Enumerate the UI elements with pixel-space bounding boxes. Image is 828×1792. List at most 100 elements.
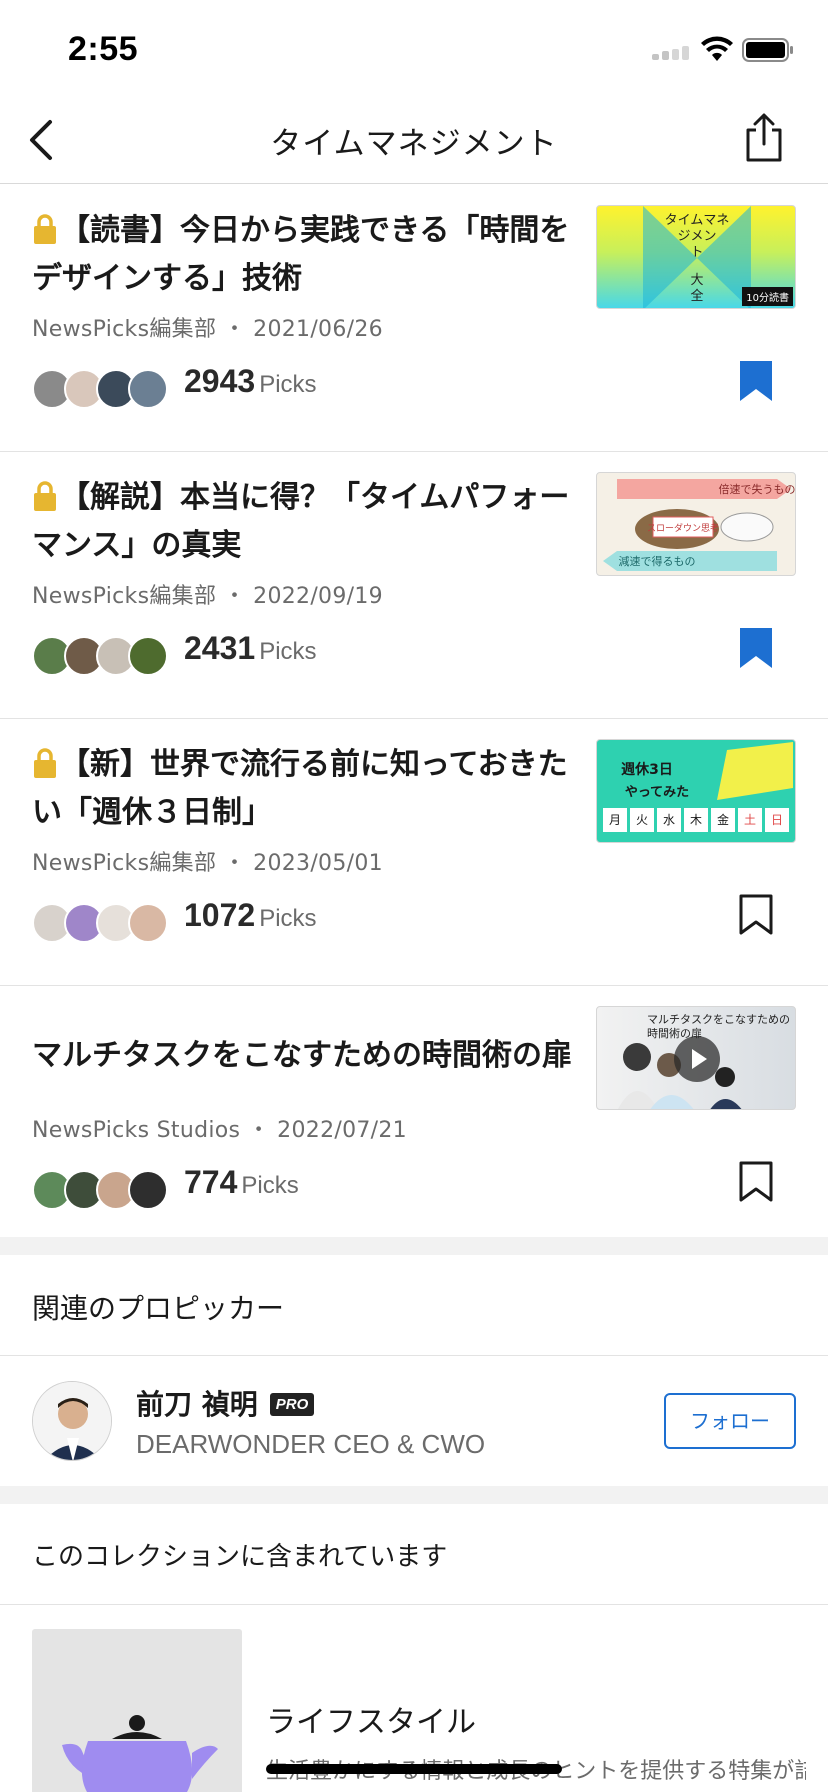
collection-section-header: このコレクションに含まれています [0, 1504, 828, 1605]
article-date: 2023/05/01 [253, 851, 383, 876]
section-title: このコレクションに含まれています [32, 1542, 448, 1572]
section-title: 関連のプロピッカー [32, 1292, 285, 1325]
picker-title: DEARWONDER CEO & CWO [136, 1429, 486, 1459]
svg-text:週休3日: 週休3日 [621, 761, 673, 778]
article-thumbnail[interactable]: 週休3日 やってみた 月 火 水 木 金 土 日 [596, 739, 796, 843]
follow-button[interactable]: フォロー [664, 1393, 796, 1449]
svg-text:大: 大 [690, 273, 703, 288]
picker-avatars[interactable] [32, 369, 172, 409]
section-divider [0, 1237, 828, 1255]
weekday-cell: 月 [603, 808, 627, 832]
article-title-text: 【解説】本当に得？「タイムパフォーマンス」の真実 [32, 480, 570, 563]
pick-count[interactable]: 774 Picks [184, 1164, 299, 1201]
page-title: タイムマネジメント [270, 126, 558, 162]
pick-count-value: 774 [184, 1164, 238, 1200]
battery-icon [742, 38, 793, 62]
weekday-cell: 火 [630, 808, 654, 832]
picker-avatars[interactable] [32, 1170, 172, 1210]
play-icon[interactable] [673, 1035, 721, 1083]
article-meta: NewsPicks編集部 ・ 2022/09/19 [32, 584, 383, 609]
tortoise-rabbit-graphic: スローダウン思考 倍速で失うもの 減速で得るもの [603, 479, 796, 571]
article-source: NewsPicks編集部 [32, 851, 217, 876]
bookmark-filled-icon[interactable] [738, 359, 774, 403]
pick-count-value: 1072 [184, 897, 256, 933]
lock-icon [34, 214, 56, 244]
bookmark-outline-icon[interactable] [738, 893, 774, 937]
pick-label: Picks [241, 1172, 299, 1199]
weekday-cell: 土 [738, 808, 762, 832]
article-title-text: マルチタスクをこなすための時間術の扉 [32, 1038, 572, 1073]
pro-badge: PRO [269, 1393, 315, 1416]
weekday-row: 月 火 水 木 金 土 日 [603, 808, 789, 832]
svg-text:タイムマネ: タイムマネ [665, 213, 730, 228]
bookmark-filled-icon[interactable] [738, 626, 774, 670]
picker-name[interactable]: 前刀 禎明 PRO [136, 1383, 315, 1423]
thumbnail-badge: 10分読書 [742, 287, 793, 306]
article-title[interactable]: 【解説】本当に得？「タイムパフォーマンス」の真実 [32, 474, 572, 570]
share-icon[interactable] [742, 110, 786, 166]
pick-label: Picks [259, 371, 317, 398]
article-row[interactable]: 【解説】本当に得？「タイムパフォーマンス」の真実 NewsPicks編集部 ・ … [0, 452, 828, 719]
related-picker-section-header: 関連のプロピッカー [0, 1255, 828, 1356]
section-divider [0, 1486, 828, 1504]
pick-count[interactable]: 2431 Picks [184, 630, 317, 667]
avatar [128, 1170, 168, 1210]
weekday-cell: 木 [684, 808, 708, 832]
pick-count[interactable]: 1072 Picks [184, 897, 317, 934]
status-time: 2:55 [68, 30, 139, 68]
avatar [128, 903, 168, 943]
article-meta: NewsPicks編集部 ・ 2021/06/26 [32, 317, 383, 342]
article-meta: NewsPicks編集部 ・ 2023/05/01 [32, 851, 383, 876]
picker-avatars[interactable] [32, 636, 172, 676]
article-row[interactable]: 【読書】今日から実践できる「時間をデザインする」技術 NewsPicks編集部 … [0, 185, 828, 452]
pick-label: Picks [259, 905, 317, 932]
pro-picker-row[interactable]: 前刀 禎明 PRO DEARWONDER CEO & CWO フォロー [0, 1357, 828, 1485]
pick-count-value: 2943 [184, 363, 256, 399]
pick-count-value: 2431 [184, 630, 256, 666]
article-thumbnail[interactable]: スローダウン思考 倍速で失うもの 減速で得るもの [596, 472, 796, 576]
picker-name-text: 前刀 禎明 [136, 1388, 258, 1421]
article-title-text: 【新】世界で流行る前に知っておきたい「週休３日制」 [32, 747, 568, 830]
wifi-icon [701, 36, 733, 61]
article-date: 2022/07/21 [277, 1118, 407, 1143]
article-title[interactable]: 【新】世界で流行る前に知っておきたい「週休３日制」 [32, 741, 572, 837]
article-title[interactable]: 【読書】今日から実践できる「時間をデザインする」技術 [32, 207, 572, 303]
article-source: NewsPicks Studios [32, 1118, 241, 1143]
avatar[interactable] [32, 1381, 112, 1461]
article-date: 2021/06/26 [253, 317, 383, 342]
svg-text:ジメン: ジメン [677, 229, 716, 244]
lock-icon [34, 481, 56, 511]
picker-avatars[interactable] [32, 903, 172, 943]
article-date: 2022/09/19 [253, 584, 383, 609]
person-photo [33, 1382, 111, 1460]
pick-count[interactable]: 2943 Picks [184, 363, 317, 400]
teapot-icon [62, 1715, 218, 1792]
svg-text:やってみた: やってみた [625, 785, 689, 800]
status-bar: 2:55 [0, 0, 828, 96]
navigation-bar: タイムマネジメント [0, 96, 828, 184]
weekday-cell: 日 [765, 808, 789, 832]
svg-text:減速で得るもの: 減速で得るもの [619, 554, 696, 568]
article-title[interactable]: マルチタスクをこなすための時間術の扉 [32, 1032, 572, 1080]
article-row[interactable]: マルチタスクをこなすための時間術の扉 NewsPicks Studios ・ 2… [0, 986, 828, 1253]
home-indicator[interactable] [266, 1764, 562, 1774]
article-row[interactable]: 【新】世界で流行る前に知っておきたい「週休３日制」 NewsPicks編集部 ・… [0, 719, 828, 986]
pick-label: Picks [259, 638, 317, 665]
collection-thumbnail[interactable] [32, 1629, 242, 1792]
weekday-cell: 水 [657, 808, 681, 832]
article-source: NewsPicks編集部 [32, 317, 217, 342]
cellular-signal-icon [652, 46, 690, 60]
article-title-text: 【読書】今日から実践できる「時間をデザインする」技術 [32, 213, 570, 296]
bookmark-outline-icon[interactable] [738, 1160, 774, 1204]
article-source: NewsPicks編集部 [32, 584, 217, 609]
svg-text:倍速で失うもの: 倍速で失うもの [719, 482, 796, 496]
svg-text:スローダウン思考: スローダウン思考 [647, 522, 719, 534]
weekday-cell: 金 [711, 808, 735, 832]
lock-icon [34, 748, 56, 778]
collection-title[interactable]: ライフスタイル [266, 1697, 476, 1741]
avatar [128, 636, 168, 676]
svg-text:全: 全 [690, 288, 703, 304]
video-thumbnail[interactable]: マルチタスクをこなすための時間術の扉 [596, 1006, 796, 1110]
avatar [128, 369, 168, 409]
article-thumbnail[interactable]: タイムマネ ジメン ト 大 全 10分読書 [596, 205, 796, 309]
